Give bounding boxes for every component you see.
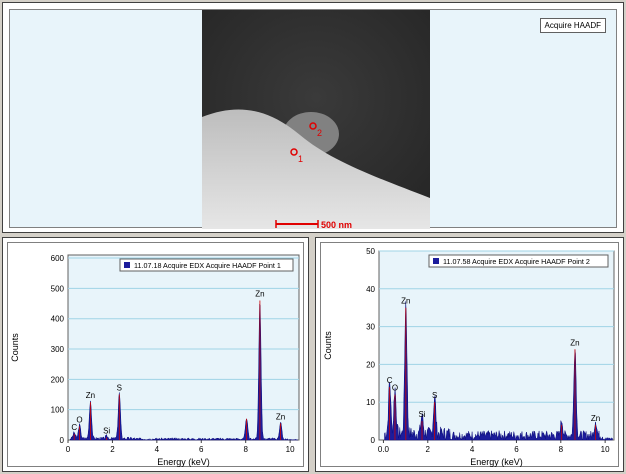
- x-tick-label: 4: [155, 445, 160, 454]
- y-axis-label: Counts: [10, 333, 20, 362]
- y-tick-label: 30: [366, 323, 375, 332]
- y-tick-label: 50: [366, 247, 375, 256]
- haadf-image-panel: 1 2 500 nm Acquire HAADF: [2, 2, 624, 233]
- peak-label: Zn: [255, 289, 264, 298]
- x-tick-label: 8: [559, 445, 564, 454]
- x-tick-label: 4: [470, 445, 475, 454]
- plot-area: [67, 254, 300, 441]
- peak-label: O: [76, 415, 82, 424]
- x-tick-label: 2: [426, 445, 431, 454]
- peak-label: Si: [418, 410, 425, 419]
- edx-chart-point-2: 010203040500.0 2 4 6 8 10COZnSiSZnZn11.07.58 …: [323, 247, 615, 467]
- x-tick-label: 0.0: [378, 445, 390, 454]
- x-tick-label: 10: [286, 445, 295, 454]
- y-tick-label: 0: [371, 436, 376, 445]
- point-2-label: 2: [317, 128, 322, 138]
- point-1-label: 1: [298, 154, 303, 164]
- y-axis-label: Counts: [323, 331, 333, 360]
- peak-label: Zn: [401, 297, 410, 306]
- chart-area: 0 100 200 300 400 500 600 0 2 4 6 8 10 C O Zn Si S Zn Zn 11.…: [7, 242, 304, 467]
- x-tick-label: 8: [243, 445, 248, 454]
- x-tick-label: 6: [514, 445, 519, 454]
- peak-label: S: [432, 391, 437, 400]
- x-axis-label: Energy (keV): [157, 457, 210, 467]
- peak-label: Zn: [276, 412, 285, 421]
- peak-label: Zn: [570, 338, 579, 347]
- legend-swatch: [433, 258, 439, 264]
- y-tick-label: 20: [366, 360, 375, 369]
- y-tick-label: 0: [60, 436, 65, 445]
- x-tick-label: 6: [199, 445, 204, 454]
- y-tick-label: 100: [51, 406, 65, 415]
- peak-label: Si: [103, 427, 110, 436]
- image-area: 1 2 500 nm Acquire HAADF: [9, 9, 617, 229]
- y-tick-label: 40: [366, 285, 375, 294]
- y-tick-label: 600: [51, 254, 65, 263]
- peak-label: S: [117, 384, 122, 393]
- peak-label: O: [392, 384, 398, 393]
- chart-area: 0 10 20 30 40 50 0.0 2 4 6 8 10 C O Zn Si S Zn Zn 11.07.58 …: [320, 242, 619, 467]
- legend-swatch: [124, 262, 130, 268]
- y-tick-label: 10: [366, 398, 375, 407]
- x-tick-label: 0: [66, 445, 71, 454]
- acquire-haadf-label: Acquire HAADF: [539, 18, 606, 33]
- x-axis-label: Energy (keV): [470, 457, 523, 467]
- y-tick-label: 400: [51, 315, 65, 324]
- edx-chart-point-2-panel: 0 10 20 30 40 50 0.0 2 4 6 8 10 C O Zn Si S Zn Zn 11.07.58 …: [315, 237, 624, 472]
- haadf-image: 1 2 500 nm: [202, 10, 430, 229]
- scale-bar-label: 500 nm: [321, 220, 352, 229]
- x-tick-label: 10: [601, 445, 610, 454]
- edx-chart-point-1: 01002003004005006000 2 4 6 8 10COZnSiSZnZn11.…: [10, 254, 300, 467]
- y-tick-label: 200: [51, 375, 65, 384]
- peak-label: Zn: [591, 414, 600, 423]
- x-tick-label: 2: [110, 445, 115, 454]
- y-tick-label: 500: [51, 284, 65, 293]
- peak-label: Zn: [86, 391, 95, 400]
- edx-chart-point-1-panel: 0 100 200 300 400 500 600 0 2 4 6 8 10 C O Zn Si S Zn Zn 11.…: [2, 237, 309, 472]
- legend-label: 11.07.18 Acquire EDX Acquire HAADF Point…: [134, 261, 281, 270]
- legend-label: 11.07.58 Acquire EDX Acquire HAADF Point…: [443, 257, 590, 266]
- y-tick-label: 300: [51, 345, 65, 354]
